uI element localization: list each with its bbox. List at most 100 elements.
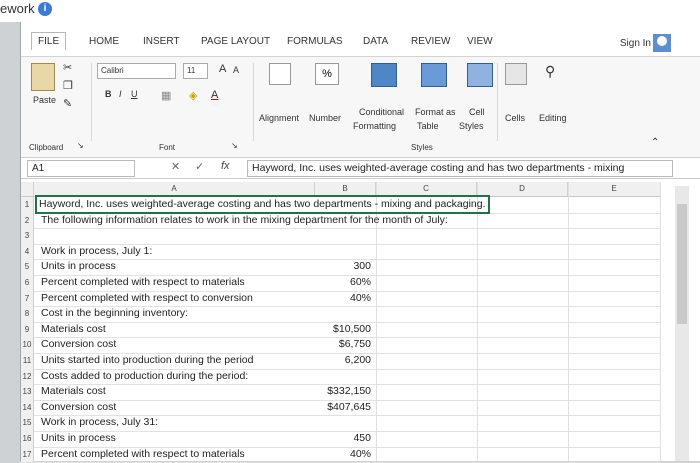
number-format-icon[interactable]: % — [315, 63, 339, 85]
column-header-e[interactable]: E — [568, 182, 661, 197]
row-number[interactable]: 13 — [21, 384, 34, 400]
row-number[interactable]: 17 — [21, 446, 34, 463]
sign-in-link[interactable]: Sign In — [620, 38, 651, 49]
tab-view[interactable]: VIEW — [467, 36, 493, 47]
row-number[interactable]: 11 — [21, 353, 34, 369]
tab-review[interactable]: REVIEW — [411, 36, 450, 47]
tab-file[interactable]: FILE — [31, 32, 67, 50]
cell-a[interactable]: Work in process, July 1: — [41, 244, 152, 259]
cell-styles-icon[interactable] — [467, 63, 493, 87]
table-row[interactable]: 5 Units in process 300 — [21, 259, 661, 276]
paste-icon[interactable] — [31, 63, 55, 91]
cell-b[interactable]: 60% — [251, 275, 371, 290]
table-row[interactable]: 9 Materials cost $10,500 — [21, 321, 661, 339]
paste-button[interactable]: Paste — [33, 95, 56, 105]
tab-insert[interactable]: INSERT — [143, 36, 180, 47]
cell-b[interactable]: 450 — [251, 431, 371, 446]
column-header-b[interactable]: B — [315, 182, 376, 197]
underline-button[interactable]: U — [131, 89, 138, 99]
bold-button[interactable]: B — [105, 89, 112, 99]
table-row[interactable]: 11 Units started into production during t… — [21, 353, 661, 370]
cancel-icon[interactable]: ✕ — [171, 160, 180, 173]
cut-icon[interactable]: ✂ — [63, 61, 72, 74]
name-box[interactable]: A1 — [27, 160, 135, 177]
cell-a[interactable]: Materials cost — [41, 322, 106, 337]
cell-a[interactable]: Costs added to production during the per… — [41, 369, 248, 384]
table-row[interactable]: 14 Conversion cost $407,645 — [21, 399, 661, 417]
format-painter-icon[interactable]: ✎ — [63, 97, 72, 110]
format-as-table-label-2[interactable]: Table — [417, 121, 439, 131]
enter-icon[interactable]: ✓ — [195, 160, 204, 173]
number-button[interactable]: Number — [309, 113, 341, 123]
row-number[interactable]: 2 — [21, 212, 34, 229]
row-number[interactable]: 16 — [21, 431, 34, 447]
row-number[interactable]: 8 — [21, 306, 34, 322]
alignment-icon[interactable] — [269, 63, 291, 85]
borders-icon[interactable]: ▦ — [161, 89, 171, 102]
table-row[interactable]: 16 Units in process 450 — [21, 431, 661, 448]
row-number[interactable]: 10 — [21, 337, 34, 353]
column-header-d[interactable]: D — [477, 182, 568, 197]
row-number[interactable]: 14 — [21, 399, 34, 416]
font-size-box[interactable]: 11 — [183, 63, 208, 79]
font-name-box[interactable]: Calibri — [97, 63, 176, 79]
avatar[interactable] — [653, 34, 671, 52]
table-row[interactable]: 1 Hayword, Inc. uses weighted-average cos… — [21, 195, 661, 214]
conditional-formatting-label-1[interactable]: Conditional — [359, 107, 404, 117]
row-number[interactable]: 4 — [21, 243, 34, 260]
copy-icon[interactable]: ❐ — [63, 79, 73, 92]
row-number[interactable]: 15 — [21, 415, 34, 431]
tab-page-layout[interactable]: PAGE LAYOUT — [201, 36, 270, 47]
grow-font-button[interactable]: A — [219, 63, 226, 75]
cell-b[interactable]: 40% — [251, 291, 371, 306]
table-row[interactable]: 15 Work in process, July 31: — [21, 415, 661, 432]
cell-a[interactable]: Percent completed with respect to conver… — [41, 291, 253, 306]
shrink-font-button[interactable]: A — [233, 65, 239, 75]
cells-icon[interactable] — [505, 63, 527, 85]
table-row[interactable]: 7 Percent completed with respect to conv… — [21, 290, 661, 308]
row-number[interactable]: 12 — [21, 368, 34, 385]
cell-a[interactable]: Units started into production during the… — [41, 353, 253, 368]
cell-styles-label-1[interactable]: Cell — [469, 107, 485, 117]
cell-b[interactable]: $6,750 — [251, 337, 371, 352]
cell-a[interactable]: Percent completed with respect to materi… — [41, 275, 245, 290]
alignment-button[interactable]: Alignment — [259, 113, 299, 123]
table-row[interactable]: 4 Work in process, July 1: — [21, 243, 661, 261]
column-header-c[interactable]: C — [376, 182, 477, 197]
fx-button[interactable]: fx — [221, 160, 230, 172]
format-as-table-icon[interactable] — [421, 63, 447, 87]
cell-b[interactable]: $10,500 — [251, 322, 371, 337]
cell-a[interactable]: Work in process, July 31: — [41, 415, 158, 430]
cell-a[interactable]: Units in process — [41, 431, 116, 446]
table-row[interactable]: 2 The following information relates to wo… — [21, 212, 661, 230]
cell-b[interactable]: 40% — [251, 447, 371, 462]
cell-b[interactable]: 6,200 — [251, 353, 371, 368]
tab-data[interactable]: DATA — [363, 36, 388, 47]
cell-a[interactable]: Percent completed with respect to materi… — [41, 447, 245, 462]
cell-b[interactable]: 300 — [251, 259, 371, 274]
row-number[interactable]: 6 — [21, 275, 34, 291]
fill-color-icon[interactable]: ◈ — [189, 89, 197, 102]
cell-b[interactable]: $407,645 — [251, 400, 371, 415]
cell-a[interactable]: Conversion cost — [41, 400, 116, 415]
row-number[interactable]: 3 — [21, 228, 34, 244]
table-row[interactable]: 8 Cost in the beginning inventory: — [21, 306, 661, 323]
cell-a[interactable]: Hayword, Inc. uses weighted-average cost… — [35, 195, 490, 214]
format-as-table-label-1[interactable]: Format as — [415, 107, 456, 117]
cells-button[interactable]: Cells — [505, 113, 525, 123]
column-header-a[interactable]: A — [34, 182, 315, 197]
cell-b[interactable]: $332,150 — [251, 384, 371, 399]
font-launcher-icon[interactable]: ↘ — [231, 141, 238, 150]
formula-input[interactable]: Hayword, Inc. uses weighted-average cost… — [247, 160, 673, 177]
cell-styles-label-2[interactable]: Styles — [459, 121, 484, 131]
conditional-formatting-label-2[interactable]: Formatting — [353, 121, 396, 131]
row-number[interactable]: 9 — [21, 321, 34, 338]
tab-home[interactable]: HOME — [89, 36, 119, 47]
table-row[interactable]: 3 — [21, 228, 661, 245]
conditional-formatting-icon[interactable] — [371, 63, 397, 87]
cell-a[interactable]: Materials cost — [41, 384, 106, 399]
tab-formulas[interactable]: FORMULAS — [287, 36, 343, 47]
cell-a[interactable]: Units in process — [41, 259, 116, 274]
font-color-button[interactable]: A — [211, 89, 218, 101]
table-row[interactable]: 6 Percent completed with respect to mate… — [21, 275, 661, 292]
